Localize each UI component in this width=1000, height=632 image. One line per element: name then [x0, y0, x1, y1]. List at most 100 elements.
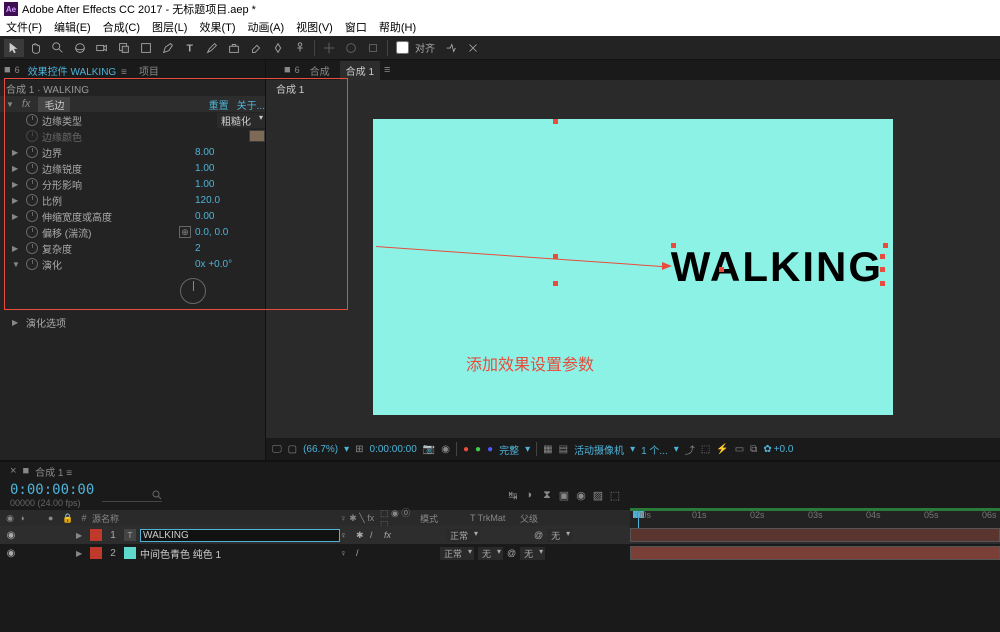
blend-mode-dropdown[interactable]: 正常 — [440, 547, 474, 560]
menu-window[interactable]: 窗口 — [345, 19, 367, 35]
menu-effect[interactable]: 效果(T) — [199, 19, 235, 35]
col-trkmat[interactable]: T TrkMat — [470, 513, 520, 523]
camera-dropdown[interactable]: 活动摄像机 — [574, 442, 624, 457]
render-icon[interactable]: ⬚ — [608, 488, 622, 502]
timecode[interactable]: 0:00:00:00 — [10, 482, 94, 498]
tab-effect-controls[interactable]: 效果控件 WALKING ≡ — [24, 61, 131, 80]
timeline-layer[interactable]: ◉ ▶ 1 T ♀✱/fx 正常 @ 无 — [0, 526, 1000, 544]
hand-tool[interactable] — [26, 39, 46, 57]
effect-reset[interactable]: 重置 — [209, 97, 229, 112]
stopwatch-icon[interactable] — [26, 114, 38, 126]
stopwatch-icon[interactable] — [26, 178, 38, 190]
effect-name[interactable]: 毛边 — [38, 97, 70, 112]
orbit-tool[interactable] — [70, 39, 90, 57]
ratio-icon[interactable]: ▢ — [288, 444, 297, 455]
timeline-icon[interactable]: ▭ — [735, 444, 744, 455]
stopwatch-icon[interactable] — [26, 162, 38, 174]
show-snapshot-icon[interactable]: ◉ — [441, 444, 450, 455]
motion-blur-icon[interactable]: ◉ — [574, 488, 588, 502]
layer-bar[interactable] — [630, 546, 1000, 560]
timeline-tab[interactable]: 合成 1 ≡ — [35, 464, 72, 479]
timeline-ruler[interactable]: :00s 01s 02s 03s 04s 05s 06s — [630, 508, 1000, 528]
draft3d-icon[interactable]: ⬚ — [701, 444, 710, 455]
visibility-icon[interactable]: ◉ — [4, 528, 18, 542]
layer-color[interactable] — [90, 529, 102, 541]
resolution-icon[interactable]: ⊞ — [355, 444, 363, 455]
draft-icon[interactable]: ▨ — [591, 488, 605, 502]
snap-checkbox[interactable] — [396, 41, 409, 54]
display-icon[interactable]: 🖵 — [272, 444, 282, 455]
stopwatch-icon[interactable] — [26, 226, 38, 238]
complexity-value[interactable]: 2 — [195, 243, 265, 254]
sharpness-value[interactable]: 1.00 — [195, 163, 265, 174]
border-value[interactable]: 8.00 — [195, 147, 265, 158]
world-axis-icon[interactable] — [341, 39, 361, 57]
view-axis-icon[interactable] — [363, 39, 383, 57]
search-input[interactable] — [102, 488, 162, 502]
layer-bar[interactable] — [630, 528, 1000, 542]
guides-icon[interactable]: ▤ — [559, 444, 568, 455]
views-dropdown[interactable]: 1 个... — [641, 442, 668, 457]
text-tool[interactable]: T — [180, 39, 200, 57]
timeline-layer[interactable]: ◉ ▶ 2 中间色青色 纯色 1 ♀/ 正常 无 @ 无 — [0, 544, 1000, 562]
stopwatch-icon[interactable] — [26, 210, 38, 222]
graph-icon[interactable]: ▣ — [557, 488, 571, 502]
grid-icon[interactable]: ▦ — [543, 444, 552, 455]
shy-icon[interactable]: ↹ — [506, 488, 520, 502]
selection-tool[interactable] — [4, 39, 24, 57]
menu-view[interactable]: 视图(V) — [296, 19, 333, 35]
parent-dropdown[interactable]: 无 — [520, 547, 545, 560]
stretch-value[interactable]: 0.00 — [195, 211, 265, 222]
visibility-icon[interactable]: ◉ — [4, 546, 18, 560]
tag-icon[interactable]: ◗ — [523, 488, 537, 502]
channel-icon[interactable]: ● — [463, 444, 469, 455]
camera-tool[interactable] — [92, 39, 112, 57]
flowchart-icon[interactable]: ⧉ — [750, 444, 757, 455]
crosshair-icon[interactable]: ⊕ — [179, 226, 191, 238]
layer-color[interactable] — [90, 547, 102, 559]
menu-layer[interactable]: 图层(L) — [152, 19, 187, 35]
menu-edit[interactable]: 编辑(E) — [54, 19, 91, 35]
share-icon[interactable]: ⤴ — [685, 442, 695, 457]
parent-dropdown[interactable]: 无 — [547, 529, 572, 542]
layer-name[interactable]: 中间色青色 纯色 1 — [140, 546, 221, 561]
tab-project[interactable]: 项目 — [135, 61, 163, 80]
effect-about[interactable]: 关于... — [237, 97, 265, 112]
snap-options-icon[interactable] — [463, 39, 483, 57]
menu-composition[interactable]: 合成(C) — [103, 19, 140, 35]
local-axis-icon[interactable] — [319, 39, 339, 57]
comp-subtab[interactable]: 合成 1 — [266, 80, 1000, 96]
snapshot-icon[interactable]: 📷 — [423, 444, 435, 455]
fast-preview-icon[interactable]: ⚡ — [716, 444, 728, 455]
canvas-text[interactable]: WALKING — [671, 243, 883, 291]
stopwatch-icon[interactable] — [26, 146, 38, 158]
evolution-value[interactable]: 0x +0.0° — [195, 259, 265, 270]
clone-tool[interactable] — [224, 39, 244, 57]
time-display[interactable]: 0:00:00:00 — [370, 444, 417, 455]
snap-mode-icon[interactable] — [441, 39, 461, 57]
zoom-dropdown[interactable]: (66.7%) — [303, 444, 338, 455]
roto-tool[interactable] — [268, 39, 288, 57]
menu-animation[interactable]: 动画(A) — [248, 19, 285, 35]
stopwatch-icon[interactable] — [26, 258, 38, 270]
quality-dropdown[interactable]: 完整 — [499, 442, 519, 457]
brush-tool[interactable] — [202, 39, 222, 57]
blend-mode-dropdown[interactable]: 正常 — [446, 529, 480, 542]
mask-tool[interactable] — [136, 39, 156, 57]
composition-canvas[interactable]: WALKING — [373, 119, 893, 415]
trkmat-dropdown[interactable]: 无 — [478, 547, 503, 560]
stopwatch-icon[interactable] — [26, 194, 38, 206]
pan-behind-tool[interactable] — [114, 39, 134, 57]
menu-help[interactable]: 帮助(H) — [379, 19, 416, 35]
menu-file[interactable]: 文件(F) — [6, 19, 42, 35]
stopwatch-icon[interactable] — [26, 242, 38, 254]
skip-start-icon[interactable]: ⧗ — [540, 488, 554, 502]
comp-tab-active[interactable]: 合成 1 — [340, 61, 380, 80]
scale-value[interactable]: 120.0 — [195, 195, 265, 206]
edge-type-dropdown[interactable]: 粗糙化 — [217, 113, 265, 128]
puppet-tool[interactable] — [290, 39, 310, 57]
zoom-tool[interactable] — [48, 39, 68, 57]
exposure-value[interactable]: ✿ +0.0 — [763, 444, 793, 455]
stopwatch-icon[interactable] — [26, 130, 38, 142]
col-parent[interactable]: 父级 — [520, 512, 560, 525]
